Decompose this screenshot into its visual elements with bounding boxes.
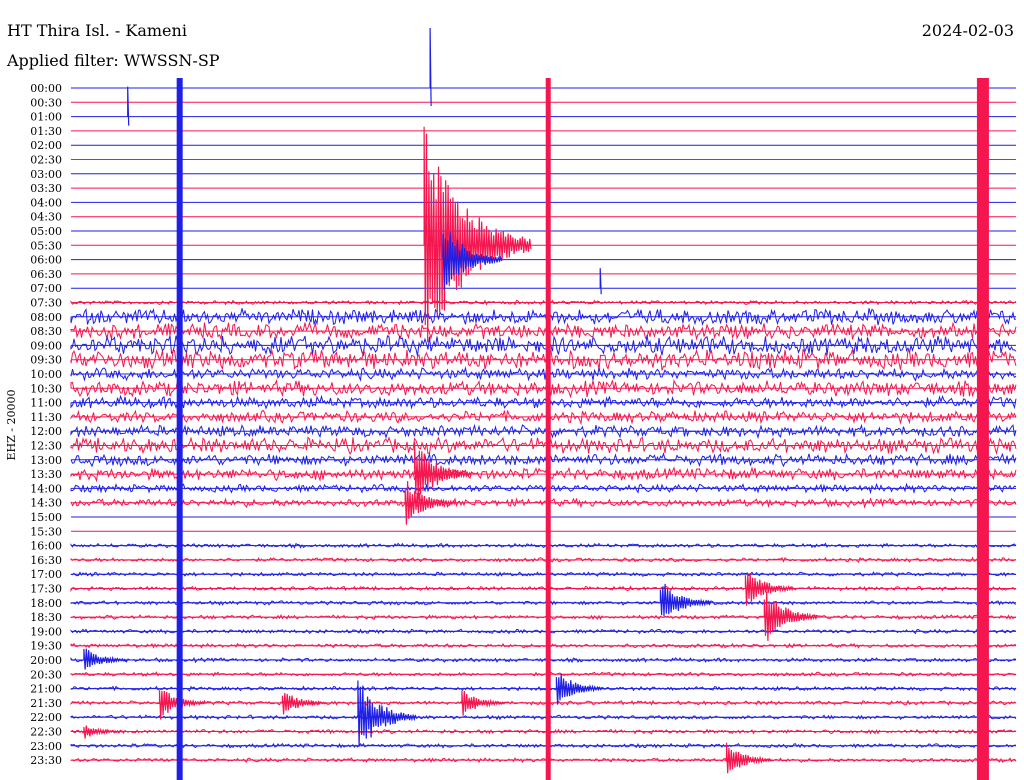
continuous-signal bbox=[976, 78, 989, 780]
seismic-trace bbox=[70, 585, 1017, 593]
tick-label: 00:30 bbox=[30, 96, 62, 109]
tick-label: 02:30 bbox=[30, 154, 62, 167]
tick-label: 11:00 bbox=[30, 397, 62, 410]
time-tick-labels: 00:0000:30 01:0001:3002:00 02:3003:0003:30… bbox=[30, 82, 62, 767]
date-label: 2024-02-03 bbox=[919, 21, 1016, 40]
tick-label: 22:00 bbox=[30, 711, 62, 724]
tick-label: 17:00 bbox=[30, 568, 62, 581]
seismic-event bbox=[763, 591, 818, 641]
seismic-event bbox=[404, 481, 457, 525]
tick-label: 14:00 bbox=[30, 482, 62, 495]
tick-label: 13:30 bbox=[30, 468, 62, 481]
tick-label: 15:00 bbox=[30, 511, 62, 524]
continuous-signal bbox=[176, 78, 183, 780]
tick-label: 06:00 bbox=[30, 254, 62, 267]
tick-label: 19:00 bbox=[30, 625, 62, 638]
tick-label: 16:00 bbox=[30, 540, 62, 553]
tick-label: 20:00 bbox=[30, 654, 62, 667]
tick-label: 06:30 bbox=[30, 268, 62, 281]
tick-label: 18:00 bbox=[30, 597, 62, 610]
y-axis-label: EHZ - 20000 bbox=[5, 390, 18, 461]
tick-label: 16:30 bbox=[30, 554, 62, 567]
tick-label: 01:30 bbox=[30, 125, 62, 138]
seismic-event bbox=[725, 742, 773, 774]
tick-label: 03:00 bbox=[30, 168, 62, 181]
tick-label: 12:00 bbox=[30, 425, 62, 438]
seismic-trace bbox=[70, 556, 1017, 563]
tick-label: 12:30 bbox=[30, 440, 62, 453]
tick-label: 05:00 bbox=[30, 225, 62, 238]
tick-label: 08:30 bbox=[30, 325, 62, 338]
tick-label: 20:30 bbox=[30, 668, 62, 681]
tick-label: 17:30 bbox=[30, 583, 62, 596]
tick-label: 03:30 bbox=[30, 182, 62, 195]
seismic-event bbox=[83, 648, 128, 670]
seismic-event bbox=[429, 27, 432, 107]
tick-label: 09:00 bbox=[30, 339, 62, 352]
tick-label: 04:30 bbox=[30, 211, 62, 224]
seismic-event bbox=[281, 692, 327, 715]
tick-label: 13:00 bbox=[30, 454, 62, 467]
tick-label: 01:00 bbox=[30, 111, 62, 124]
seismogram-plot: 00:0000:30 01:0001:3002:00 02:3003:0003:30… bbox=[5, 27, 1017, 780]
continuous-signal bbox=[545, 78, 551, 780]
tick-label: 00:00 bbox=[30, 82, 62, 95]
tick-label: 15:30 bbox=[30, 525, 62, 538]
seismic-event bbox=[599, 268, 602, 295]
tick-label: 18:30 bbox=[30, 611, 62, 624]
tick-label: 05:30 bbox=[30, 239, 62, 252]
tick-label: 10:00 bbox=[30, 368, 62, 381]
seismic-trace bbox=[70, 656, 1017, 664]
seismic-trace bbox=[70, 436, 1017, 456]
tick-label: 14:30 bbox=[30, 497, 62, 510]
tick-label: 22:30 bbox=[30, 726, 62, 739]
seismic-trace bbox=[70, 614, 1017, 621]
tick-label: 02:00 bbox=[30, 139, 62, 152]
seismic-event bbox=[127, 86, 130, 126]
tick-label: 19:30 bbox=[30, 640, 62, 653]
station-title: HT Thira Isl. - Kameni bbox=[5, 21, 189, 40]
tick-label: 08:00 bbox=[30, 311, 62, 324]
tick-label: 07:30 bbox=[30, 297, 62, 310]
tick-label: 09:30 bbox=[30, 354, 62, 367]
tick-label: 04:00 bbox=[30, 196, 62, 209]
tick-label: 07:00 bbox=[30, 282, 62, 295]
tick-label: 21:00 bbox=[30, 683, 62, 696]
tick-label: 11:30 bbox=[30, 411, 62, 424]
tick-label: 10:30 bbox=[30, 382, 62, 395]
filter-label: Applied filter: WWSSN-SP bbox=[5, 51, 222, 70]
tick-label: 21:30 bbox=[30, 697, 62, 710]
tick-label: 23:00 bbox=[30, 740, 62, 753]
tick-label: 23:30 bbox=[30, 754, 62, 767]
seismic-event bbox=[555, 673, 604, 705]
seismic-trace bbox=[70, 571, 1016, 578]
